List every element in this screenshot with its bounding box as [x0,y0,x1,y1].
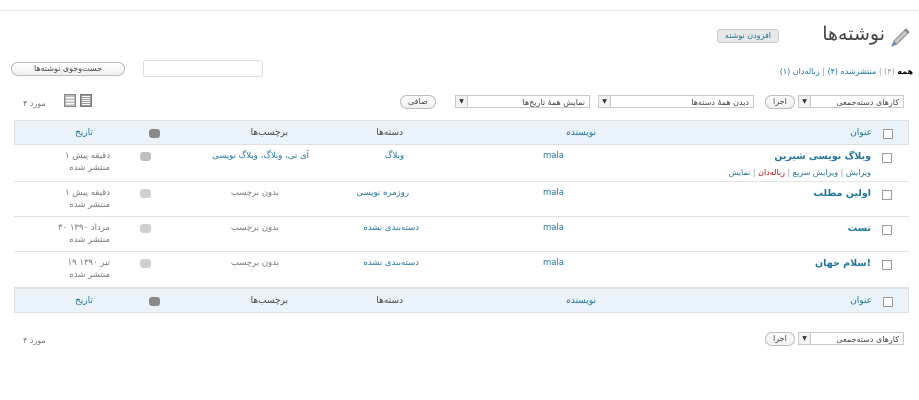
select-all-checkbox[interactable] [883,129,893,139]
column-author: نویسنده [566,296,596,306]
add-new-post-button[interactable]: افزودن نوشته [716,29,779,43]
column-categories: دسته‌ها [376,296,403,306]
bulk-actions-select-bottom[interactable]: ▼ کارهای دسته‌جمعی [798,332,904,345]
view-link[interactable]: نمایش [729,168,751,177]
filter-button[interactable]: صافی [400,95,436,109]
apply-button-bottom[interactable]: اجرا [765,332,795,346]
comments-column-icon [149,129,160,138]
column-tags: برچسب‌ها [250,296,288,306]
search-input[interactable] [143,60,263,77]
items-count: ۴ مورد [23,99,46,108]
chevron-down-icon: ▼ [799,333,811,344]
post-date: ۳۰ مرداد ۱۳۹۰ [58,223,110,233]
comments-column-icon [149,297,160,306]
post-status: منتشر شده [69,200,110,210]
row-actions: ویرایش | ویرایش سریع | زباله‌دان | نمایش [728,168,871,177]
post-author[interactable]: mala [543,188,564,198]
post-status: منتشر شده [69,270,110,280]
comment-count-icon[interactable] [140,224,151,233]
search-posts-button[interactable]: جست‌وجوی نوشته‌ها [11,62,125,76]
post-tags: بدون برچسب [230,188,279,198]
comment-count-icon[interactable] [140,189,151,198]
column-date[interactable]: تاریخ [75,296,93,306]
apply-button[interactable]: اجرا [765,95,795,109]
post-author[interactable]: mala [543,223,564,233]
edit-link[interactable]: ویرایش [846,168,871,177]
table-row: تست mala دسته‌بندی نشده بدون برچسب ۳۰ مر… [14,217,909,252]
post-tags: بدون برچسب [230,223,279,233]
post-category[interactable]: دسته‌بندی نشده [363,258,419,268]
post-date: ۱ دقیقه پیش [64,188,110,198]
comment-count-icon[interactable] [140,259,151,268]
filter-published[interactable]: منتشرشده (۴) [828,67,877,76]
comment-count-icon[interactable] [140,152,151,161]
chevron-down-icon: ▼ [599,96,611,107]
page-title: نوشته‌ها [822,23,885,45]
post-author[interactable]: mala [543,258,564,268]
items-count-bottom: ۴ مورد [23,336,46,345]
post-tags[interactable]: آی تی، وبلاگ، وبلاگ نویسی [212,151,309,161]
header-divider [0,10,919,11]
bulk-actions-select[interactable]: ▼ کارهای دسته‌جمعی [798,95,904,108]
filter-all-count: (۴) [884,67,895,76]
posts-icon [889,25,913,49]
row-checkbox[interactable] [882,153,892,163]
row-checkbox[interactable] [882,225,892,235]
post-status: منتشر شده [69,235,110,245]
post-date: ۱۹ تیر ۱۳۹۰ [67,258,110,268]
column-title[interactable]: عنوان [850,128,872,138]
chevron-down-icon: ▼ [456,96,468,107]
post-title[interactable]: وبلاگ نویسی شیرین [774,151,871,162]
table-row: اولین مطلب mala روزمره نویسی بدون برچسب … [14,182,909,217]
table-header: عنوان نویسنده دسته‌ها برچسب‌ها تاریخ [14,120,909,145]
table-row: وبلاگ نویسی شیرین ویرایش | ویرایش سریع |… [14,145,909,182]
filter-trash[interactable]: زباله‌دان (۱) [780,67,820,76]
quick-edit-link[interactable]: ویرایش سریع [793,168,838,177]
post-status: منتشر شده [69,163,110,173]
trash-link[interactable]: زباله‌دان [758,168,785,177]
table-footer: عنوان نویسنده دسته‌ها برچسب‌ها تاریخ [14,288,909,313]
column-tags: برچسب‌ها [250,128,288,138]
chevron-down-icon: ▼ [799,96,811,107]
list-view-icon[interactable] [64,94,76,107]
post-title[interactable]: اولین مطلب [813,188,871,199]
excerpt-view-icon[interactable] [80,94,92,107]
column-categories: دسته‌ها [376,128,403,138]
post-tags: بدون برچسب [230,258,279,268]
filter-separator: | [878,67,882,76]
row-checkbox[interactable] [882,260,892,270]
dates-select[interactable]: ▼ نمایش همهٔ تاریخ‌ها [455,95,590,108]
column-author: نویسنده [566,128,596,138]
filter-all[interactable]: همه [897,67,913,76]
select-all-checkbox[interactable] [883,297,893,307]
post-category[interactable]: وبلاگ [385,151,404,161]
status-filters: همه (۴) | منتشرشده (۴) | زباله‌دان (۱) [780,67,913,76]
table-row: سلام جهان! mala دسته‌بندی نشده بدون برچس… [14,252,909,288]
column-title[interactable]: عنوان [850,296,872,306]
post-date: ۱ دقیقه پیش [64,151,110,161]
row-checkbox[interactable] [882,190,892,200]
filter-separator: | [822,67,825,76]
categories-select[interactable]: ▼ دیدن همهٔ دسته‌ها [598,95,754,108]
post-title[interactable]: تست [848,223,871,234]
column-date[interactable]: تاریخ [75,128,93,138]
post-category[interactable]: دسته‌بندی نشده [363,223,419,233]
post-title[interactable]: سلام جهان! [815,258,871,269]
post-category[interactable]: روزمره نویسی [356,188,409,198]
post-author[interactable]: mala [543,151,564,161]
